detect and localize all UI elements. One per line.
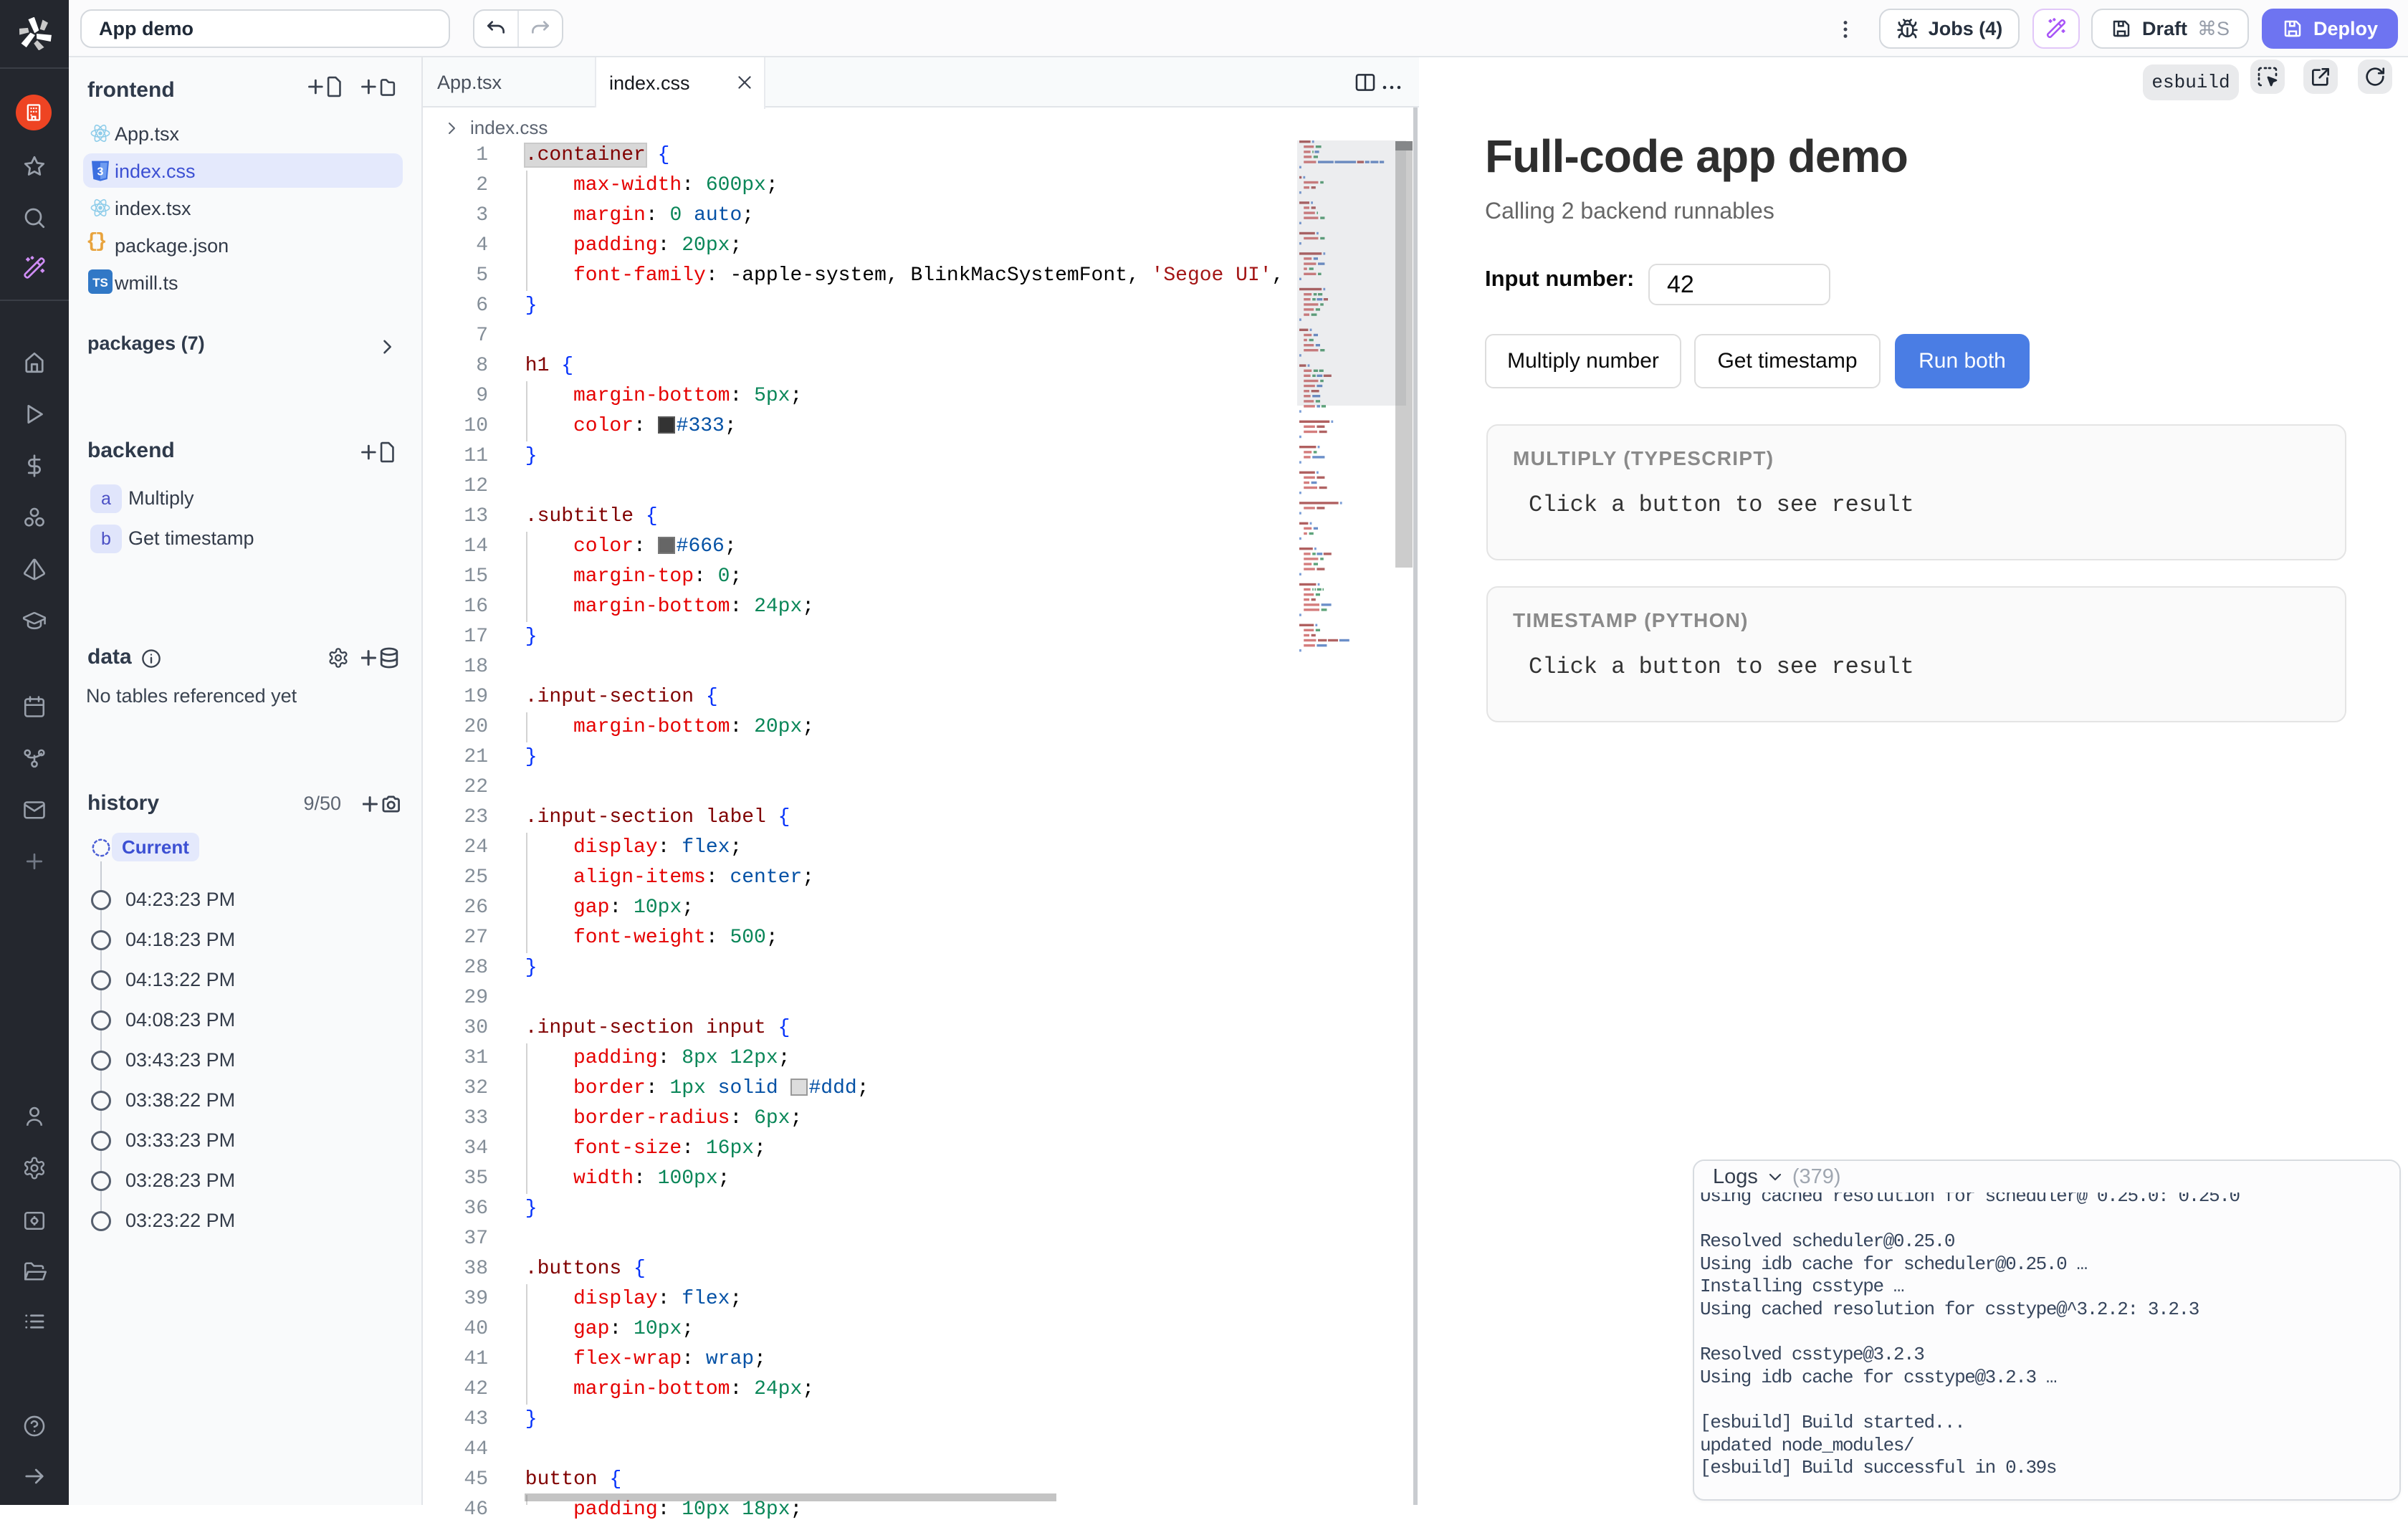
svg-text:3: 3 xyxy=(97,166,104,178)
